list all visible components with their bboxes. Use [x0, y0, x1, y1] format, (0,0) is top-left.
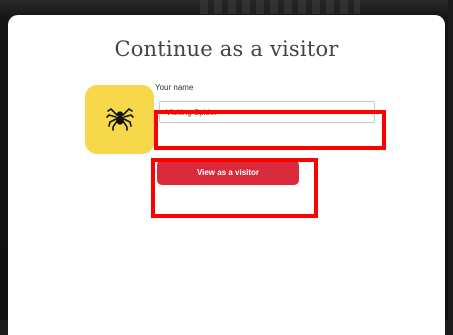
background-content	[200, 0, 360, 14]
window-edge	[448, 0, 453, 320]
name-field[interactable]	[159, 101, 375, 123]
name-label: Your name	[155, 83, 194, 92]
avatar	[85, 85, 154, 154]
spider-icon	[105, 102, 135, 137]
view-as-visitor-button[interactable]: View as a visitor	[157, 160, 299, 185]
modal-title: Continue as a visitor	[114, 37, 339, 61]
